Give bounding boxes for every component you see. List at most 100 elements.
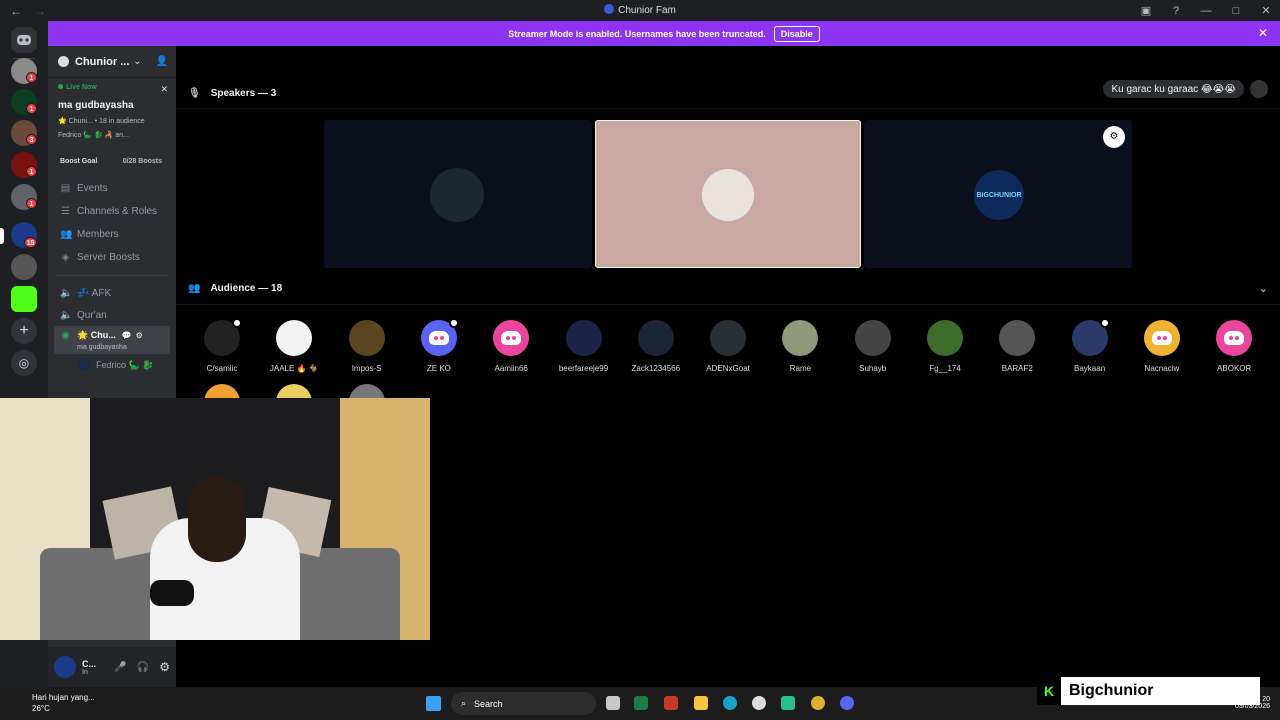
streamer-brand-overlay: K Bigchunior xyxy=(1037,677,1260,705)
inbox-icon[interactable]: ▣ xyxy=(1140,4,1152,17)
menu-events[interactable]: ▤ Events xyxy=(48,177,176,200)
app-icon[interactable] xyxy=(752,696,766,710)
discord-home-icon[interactable] xyxy=(11,27,37,53)
invite-people-icon[interactable]: 👤 xyxy=(156,56,168,67)
streamer-mode-banner: Streamer Mode is enabled. Usernames have… xyxy=(48,21,1280,46)
chrome-icon[interactable] xyxy=(811,696,825,710)
webcam-overlay xyxy=(0,398,430,640)
headphones-icon[interactable]: 🎧 xyxy=(137,662,149,673)
channel-user[interactable]: Fedrico 🦕 🐉 xyxy=(48,354,176,376)
title-bar: ← → Chunior Fam ▣ ? — □ ✕ xyxy=(0,0,1280,21)
audience-member[interactable]: ABOKOR xyxy=(1204,320,1264,373)
help-icon[interactable]: ? xyxy=(1170,5,1182,17)
microphone xyxy=(150,580,194,606)
audience-member[interactable]: Nacnaciw xyxy=(1132,320,1192,373)
settings-icon[interactable]: ⚙ xyxy=(136,331,143,340)
boost-icon: ◈ xyxy=(61,252,70,263)
discord-logo-icon xyxy=(428,331,449,345)
discord-taskbar-icon[interactable] xyxy=(840,696,854,710)
audience-member[interactable]: ZE KO xyxy=(409,318,469,373)
task-view-icon[interactable] xyxy=(606,696,620,710)
menu-server-boosts[interactable]: ◈ Server Boosts xyxy=(48,246,176,269)
notification-badge: 3 xyxy=(26,134,37,145)
user-panel: C... In 🎤 🎧 ⚙ xyxy=(48,647,176,687)
members-icon: 👥 xyxy=(188,283,201,294)
windows-start-icon[interactable] xyxy=(426,696,441,711)
audience-member[interactable]: Aamiin66 xyxy=(481,320,541,373)
muted-icon xyxy=(232,318,242,328)
avatar xyxy=(1143,320,1180,356)
office-icon[interactable] xyxy=(664,696,678,710)
kick-server-icon[interactable] xyxy=(11,286,37,312)
voice-channel-quran[interactable]: 🔈 Qur'an xyxy=(48,304,176,326)
list-icon: ☰ xyxy=(61,206,70,217)
microphone-icon[interactable]: 🎤 xyxy=(114,662,126,673)
close-icon[interactable]: ✕ xyxy=(160,84,168,95)
chevron-down-icon[interactable]: ⌄ xyxy=(1259,282,1268,295)
stage-meta: 🌟 Chuni... • 18 in audience xyxy=(58,118,145,125)
live-stage-card[interactable]: Live Now ✕ ma gudbayasha 🌟 Chuni... • 18 … xyxy=(48,78,176,143)
discord-logo-icon xyxy=(501,331,522,345)
server-icon xyxy=(58,56,69,67)
speaker-tile[interactable] xyxy=(324,120,592,268)
audience-member[interactable]: Rame xyxy=(770,320,830,373)
chat-icon[interactable]: 💬 xyxy=(122,331,132,340)
voice-channel-afk[interactable]: 🔈 💤 AFK xyxy=(48,282,176,304)
stage-icon: ◉ xyxy=(61,329,70,341)
search-icon: ⌕ xyxy=(461,698,467,708)
audience-member-name: Impos-S xyxy=(351,364,382,373)
audience-member[interactable]: Suhayb xyxy=(843,320,903,373)
server-header[interactable]: Chunior ... ⌄ 👤 xyxy=(48,46,176,78)
maximize-button[interactable]: □ xyxy=(1230,5,1242,17)
chevron-down-icon: ⌄ xyxy=(133,56,142,67)
discover-icon[interactable]: ◎ xyxy=(11,350,37,376)
notification-badge: 15 xyxy=(24,237,37,248)
speaker-tile-active[interactable] xyxy=(595,120,861,268)
avatar[interactable] xyxy=(54,656,76,678)
settings-icon[interactable]: ⚙ xyxy=(159,660,170,674)
audience-member-name: Zack1234566 xyxy=(631,364,681,373)
close-icon[interactable]: ✕ xyxy=(1258,26,1268,40)
excel-icon[interactable] xyxy=(634,696,648,710)
edge-icon[interactable] xyxy=(723,696,737,710)
audience-member-name: Baykaan xyxy=(1074,364,1106,373)
add-server-icon[interactable]: + xyxy=(11,318,37,344)
chat-message-bubble[interactable]: Ku garac ku garaac 😂😭😭 xyxy=(1103,80,1244,98)
stage-channel-active[interactable]: ◉ 🌟 Chu... 💬 ⚙ ma gudbayasha xyxy=(54,326,170,354)
avatar[interactable] xyxy=(1250,80,1268,98)
speaker-avatar xyxy=(430,168,484,222)
disable-streamer-mode-button[interactable]: Disable xyxy=(773,25,820,42)
boost-goal-bar[interactable]: Boost Goal 0/28 Boosts xyxy=(54,153,168,169)
brand-name: Bigchunior xyxy=(1061,677,1260,705)
taskbar-search[interactable]: ⌕ Search xyxy=(451,692,596,715)
server-icon xyxy=(604,4,615,14)
avatar xyxy=(276,320,313,356)
divider xyxy=(56,275,168,276)
close-window-button[interactable]: ✕ xyxy=(1260,4,1272,17)
audience-member[interactable]: beerfareeje99 xyxy=(554,320,614,373)
audience-member[interactable]: Impos-S xyxy=(337,320,397,373)
minimize-button[interactable]: — xyxy=(1200,5,1212,17)
speaker-tile[interactable]: BIGCHUNIOR ⚙ xyxy=(864,120,1132,268)
audience-member[interactable]: BARAF2 xyxy=(987,320,1047,373)
moderator-badge-icon: ⚙ xyxy=(1103,126,1125,148)
app-icon[interactable] xyxy=(781,696,795,710)
menu-channels-roles[interactable]: ☰ Channels & Roles xyxy=(48,200,176,223)
audience-member[interactable]: Fg__174 xyxy=(915,320,975,373)
audience-member[interactable]: C/samiic xyxy=(192,318,252,373)
server-icon[interactable] xyxy=(11,254,37,280)
file-explorer-icon[interactable] xyxy=(694,696,708,710)
audience-member-name: BARAF2 xyxy=(1001,364,1033,373)
audience-member[interactable]: ADENxGoat xyxy=(698,320,758,373)
audience-member[interactable]: Zack1234566 xyxy=(626,320,686,373)
notification-badge: 1 xyxy=(26,103,37,114)
menu-members[interactable]: 👥 Members xyxy=(48,223,176,246)
taskbar-clock[interactable]: 20 03/03/2026 xyxy=(1235,696,1270,710)
speaker-avatar xyxy=(702,169,754,221)
audience-member[interactable]: JAALE 🔥 🐐 xyxy=(264,320,324,373)
weather-widget[interactable]: Hari hujan yang... 26°C xyxy=(14,693,95,713)
avatar xyxy=(637,320,674,356)
avatar xyxy=(78,359,90,371)
audience-member[interactable]: Baykaan xyxy=(1060,318,1120,373)
stage-topic: ma gudbayasha xyxy=(58,100,134,111)
